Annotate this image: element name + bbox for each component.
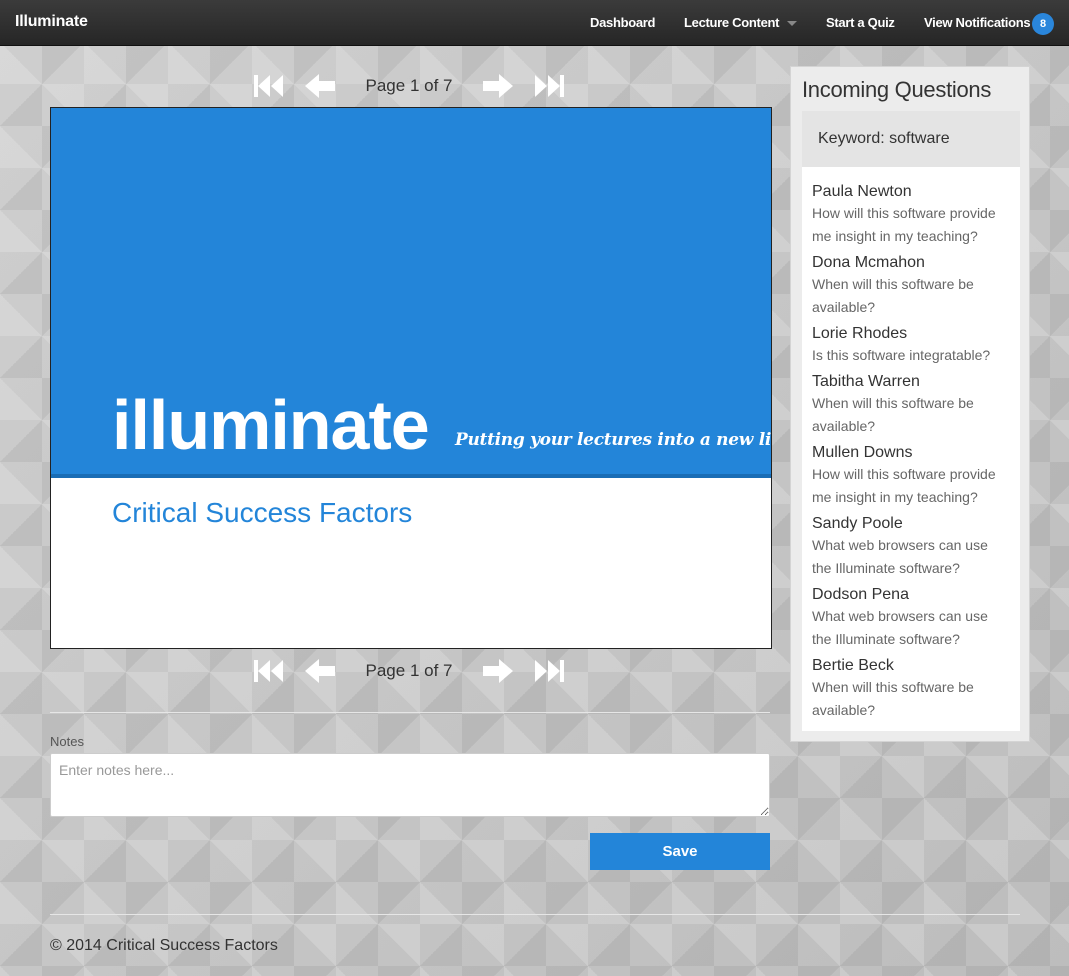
- nav-view-notifications[interactable]: View Notifications: [924, 15, 1031, 30]
- slide-title: Critical Success Factors: [112, 497, 413, 528]
- brand-logo[interactable]: Illuminate: [15, 13, 88, 31]
- pager-bottom: Page 1 of 7: [250, 655, 570, 687]
- slide-viewer: illuminate Putting your lectures into a …: [50, 107, 772, 649]
- page-indicator: Page 1 of 7: [365, 661, 453, 680]
- question-author: Paula Newton: [812, 183, 912, 200]
- prev-page-button[interactable]: [302, 70, 338, 102]
- question-text: When will this software be available?: [812, 679, 974, 718]
- question-text: What web browsers can use the Illuminate…: [812, 537, 988, 576]
- top-navbar: Illuminate Dashboard Lecture Content Sta…: [0, 0, 1069, 46]
- question-item[interactable]: Bertie Beck When will this software be a…: [812, 656, 1010, 722]
- question-text: How will this software provide me insigh…: [812, 205, 996, 244]
- question-text: How will this software provide me insigh…: [812, 466, 996, 505]
- next-page-icon: [483, 74, 513, 98]
- section-divider: [50, 712, 770, 713]
- last-page-button[interactable]: [532, 655, 568, 687]
- prev-page-button[interactable]: [302, 655, 338, 687]
- nav-lecture-content[interactable]: Lecture Content: [684, 15, 798, 30]
- question-item[interactable]: Lorie Rhodes Is this software integratab…: [812, 324, 1010, 367]
- first-page-button[interactable]: [250, 655, 286, 687]
- slide-divider: [51, 474, 771, 478]
- next-page-button[interactable]: [480, 655, 516, 687]
- panel-title: Incoming Questions: [802, 77, 992, 102]
- pager-top: Page 1 of 7: [250, 70, 570, 102]
- notification-badge[interactable]: 8: [1032, 13, 1054, 35]
- question-author: Mullen Downs: [812, 444, 913, 461]
- chevron-down-icon: [787, 21, 798, 27]
- question-item[interactable]: Dona Mcmahon When will this software be …: [812, 253, 1010, 319]
- last-page-icon: [535, 660, 564, 682]
- nav-dashboard[interactable]: Dashboard: [590, 15, 656, 30]
- question-author: Sandy Poole: [812, 515, 903, 532]
- question-text: When will this software be available?: [812, 395, 974, 434]
- last-page-icon: [535, 75, 564, 97]
- prev-page-icon: [305, 659, 335, 683]
- nav-start-quiz[interactable]: Start a Quiz: [826, 15, 895, 30]
- slide-logo: illuminate: [112, 386, 430, 464]
- nav-lecture-content-label: Lecture Content: [684, 15, 780, 30]
- question-item[interactable]: Tabitha Warren When will this software b…: [812, 372, 1010, 438]
- question-list: Paula Newton How will this software prov…: [802, 167, 1020, 731]
- question-text: When will this software be available?: [812, 276, 974, 315]
- keyword-filter: Keyword: software: [802, 111, 1020, 167]
- question-author: Dodson Pena: [812, 586, 909, 603]
- notes-input[interactable]: [50, 753, 770, 817]
- notes-label: Notes: [50, 734, 84, 749]
- question-text: Is this software integratable?: [812, 347, 991, 363]
- slide-tagline: Putting your lectures into a new light.: [455, 430, 772, 450]
- first-page-button[interactable]: [250, 70, 286, 102]
- question-author: Lorie Rhodes: [812, 325, 908, 342]
- first-page-icon: [254, 75, 283, 97]
- question-item[interactable]: Sandy Poole What web browsers can use th…: [812, 514, 1010, 580]
- first-page-icon: [254, 660, 283, 682]
- page-indicator: Page 1 of 7: [365, 76, 453, 95]
- footer-copyright: © 2014 Critical Success Factors: [50, 937, 278, 954]
- question-text: What web browsers can use the Illuminate…: [812, 608, 988, 647]
- question-item[interactable]: Mullen Downs How will this software prov…: [812, 443, 1010, 509]
- save-button[interactable]: Save: [590, 833, 770, 870]
- next-page-icon: [483, 659, 513, 683]
- question-author: Tabitha Warren: [812, 373, 920, 390]
- incoming-questions-panel: Incoming Questions Keyword: software Pau…: [790, 66, 1030, 742]
- prev-page-icon: [305, 74, 335, 98]
- question-author: Bertie Beck: [812, 657, 894, 674]
- footer-divider: [50, 914, 1020, 915]
- next-page-button[interactable]: [480, 70, 516, 102]
- question-item[interactable]: Paula Newton How will this software prov…: [812, 182, 1010, 248]
- last-page-button[interactable]: [532, 70, 568, 102]
- question-author: Dona Mcmahon: [812, 254, 925, 271]
- question-item[interactable]: Dodson Pena What web browsers can use th…: [812, 585, 1010, 651]
